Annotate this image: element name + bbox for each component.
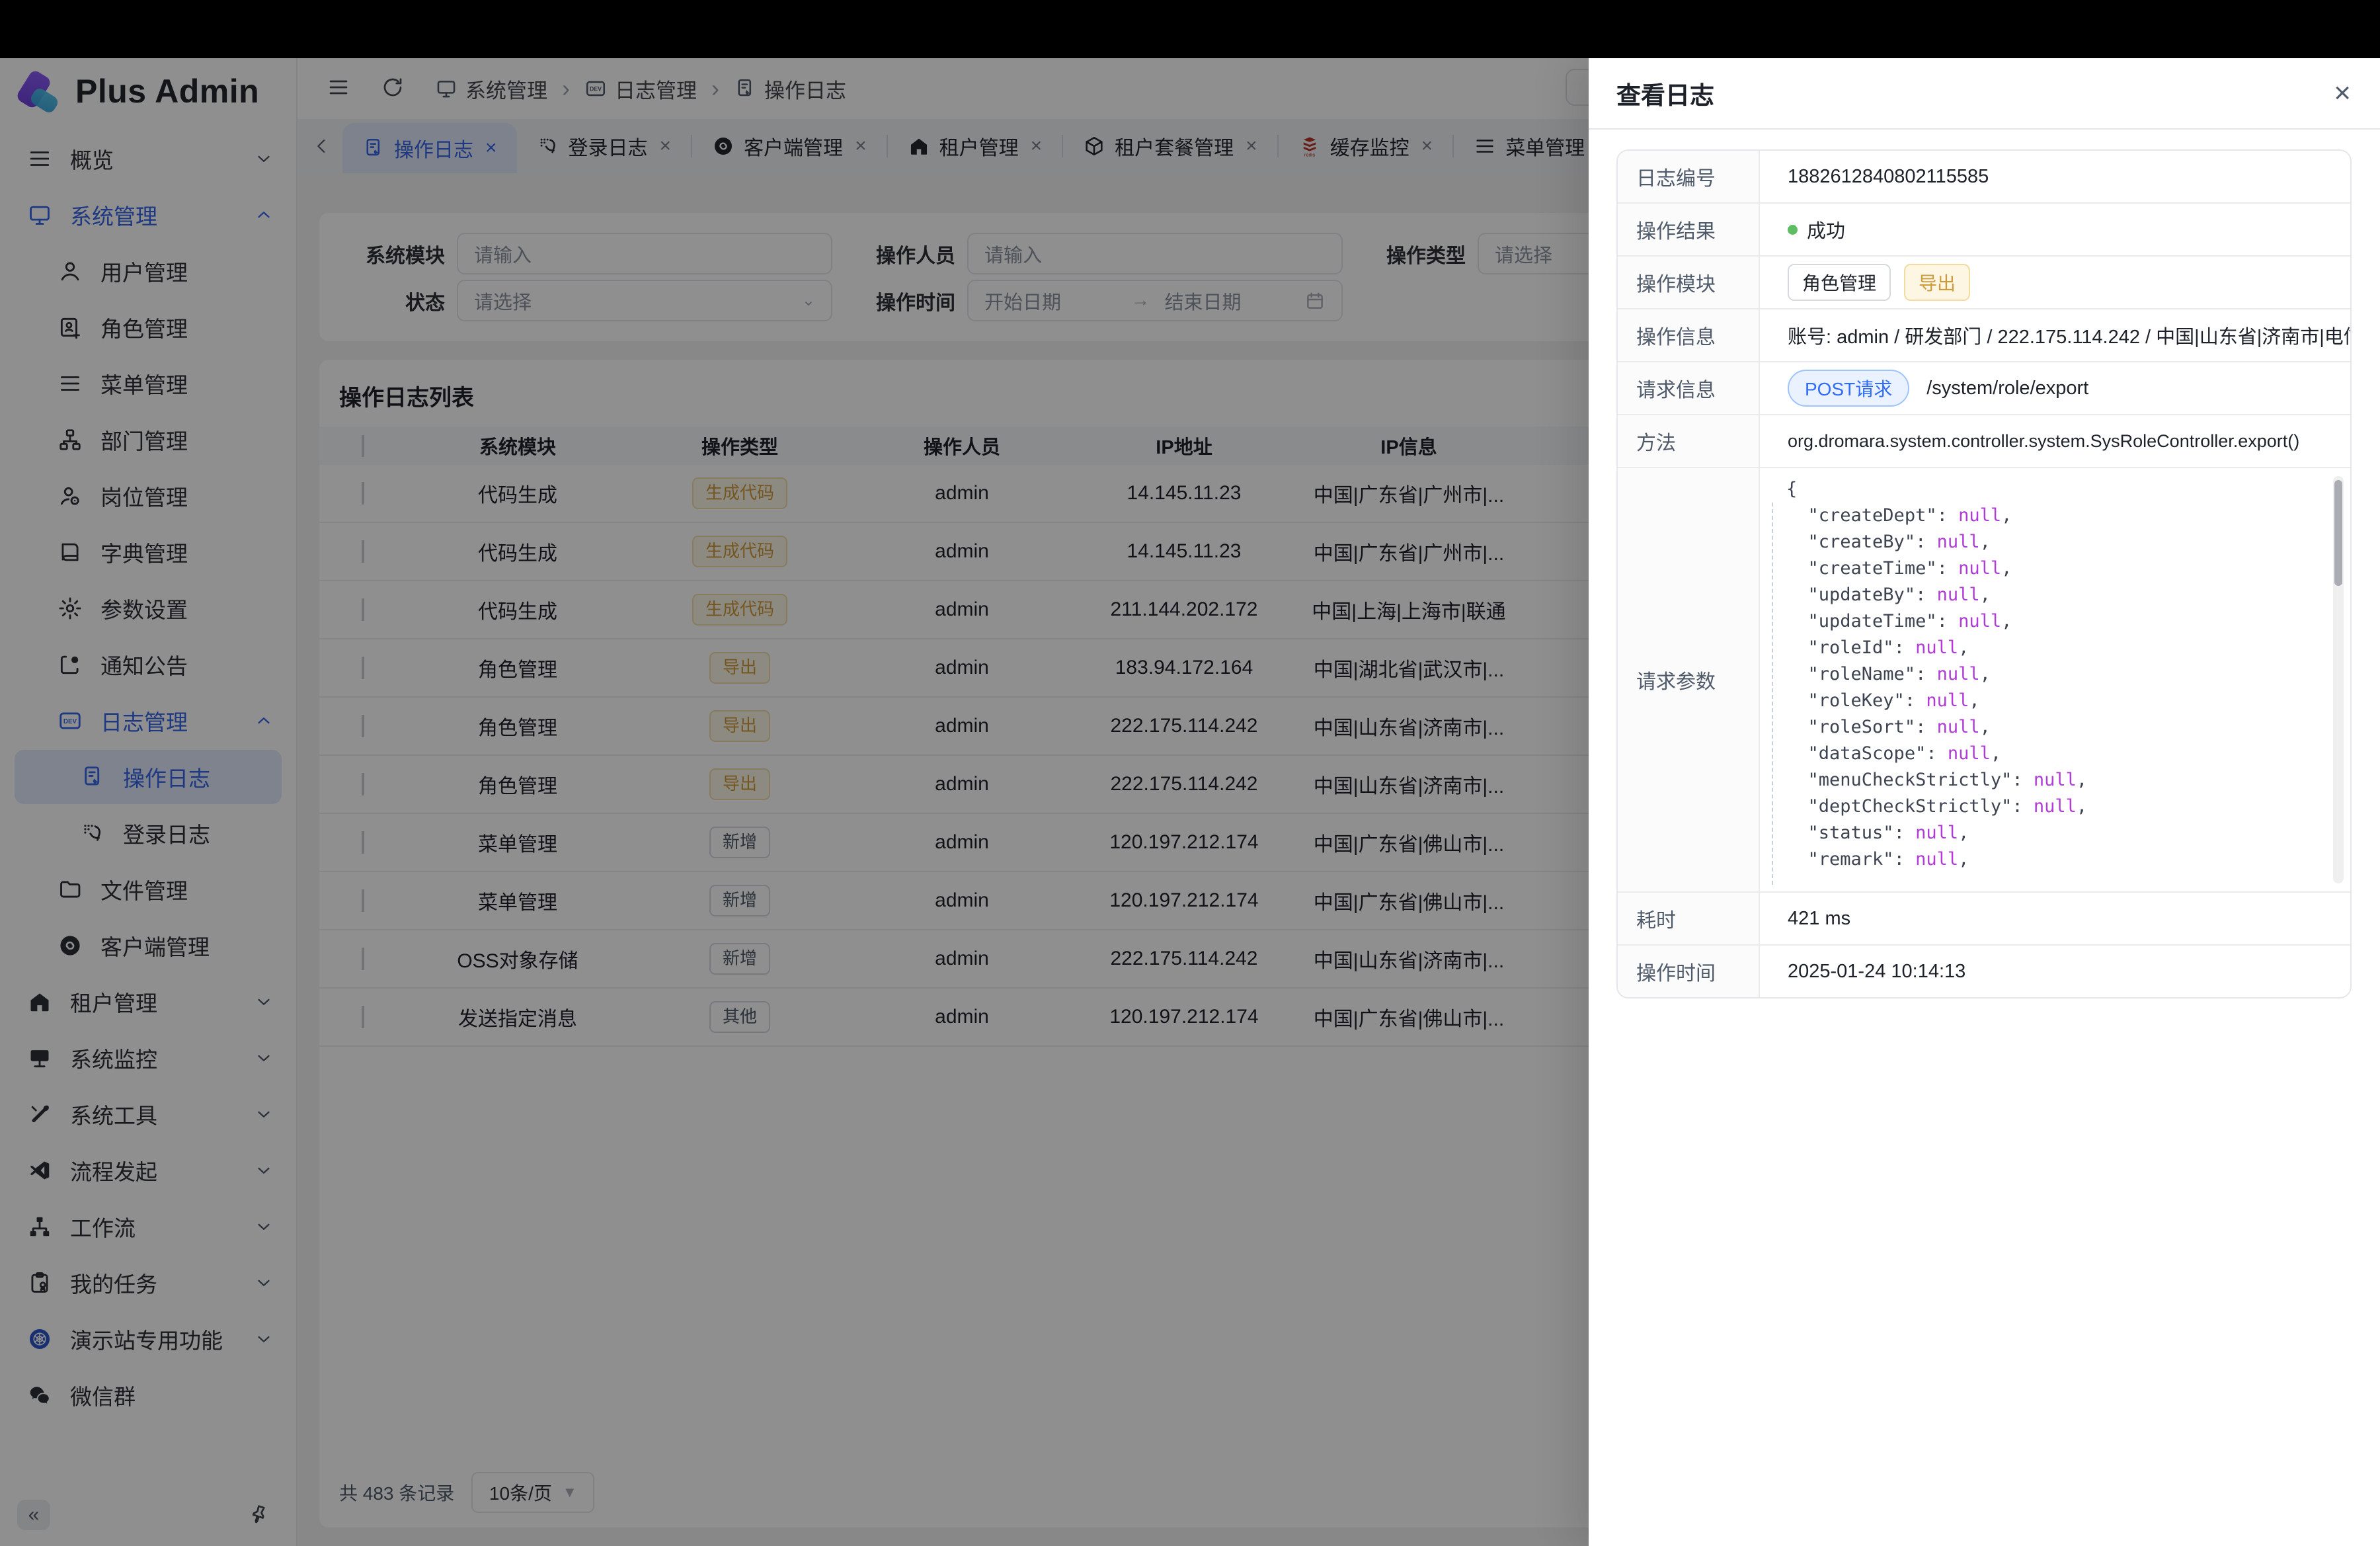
- detail-row-操作信息: 操作信息账号: admin / 研发部门 / 222.175.114.242 /…: [1618, 309, 2350, 362]
- detail-row-日志编号: 日志编号1882612840802115585: [1618, 151, 2350, 204]
- indent-guide: [1772, 503, 1773, 885]
- detail-value: 账号: admin / 研发部门 / 222.175.114.242 / 中国|…: [1760, 309, 2350, 361]
- detail-row-方法: 方法org.dromara.system.controller.system.S…: [1618, 415, 2350, 468]
- json-scrollbar-thumb[interactable]: [2334, 480, 2342, 586]
- detail-label: 方法: [1618, 415, 1760, 467]
- json-scrollbar[interactable]: [2333, 476, 2344, 883]
- detail-label: 操作信息: [1618, 309, 1760, 361]
- drawer-header: 查看日志 ×: [1589, 58, 2380, 130]
- detail-row-请求参数: 请求参数{ "createDept": null, "createBy": nu…: [1618, 468, 2350, 893]
- detail-label: 操作结果: [1618, 204, 1760, 255]
- modal-overlay[interactable]: [0, 58, 1589, 1546]
- detail-value-json: { "createDept": null, "createBy": null, …: [1760, 468, 2350, 891]
- detail-value: org.dromara.system.controller.system.Sys…: [1760, 415, 2350, 467]
- detail-value: 1882612840802115585: [1760, 151, 2350, 202]
- detail-value: 421 ms: [1760, 893, 2350, 944]
- drawer-title: 查看日志: [1616, 75, 1714, 111]
- detail-row-耗时: 耗时421 ms: [1618, 893, 2350, 946]
- request-url: /system/role/export: [1926, 378, 2088, 399]
- close-icon[interactable]: ×: [2334, 79, 2351, 108]
- log-detail-drawer: 查看日志 × 日志编号1882612840802115585操作结果 成功操作模块…: [1589, 58, 2380, 1546]
- detail-label: 操作模块: [1618, 257, 1760, 308]
- detail-value-status: 成功: [1760, 204, 2350, 255]
- post-method-tag: POST请求: [1788, 370, 1909, 407]
- detail-row-操作时间: 操作时间2025-01-24 10:14:13: [1618, 946, 2350, 997]
- log-detail-table: 日志编号1882612840802115585操作结果成功操作模块角色管理导出操…: [1616, 149, 2352, 998]
- detail-row-操作模块: 操作模块角色管理导出: [1618, 257, 2350, 309]
- detail-label: 请求信息: [1618, 362, 1760, 414]
- detail-label: 操作时间: [1618, 946, 1760, 997]
- app-root: Plus Admin 概览系统管理用户管理角色管理菜单管理部门管理岗位管理字典管…: [0, 0, 2380, 1546]
- detail-label: 请求参数: [1618, 468, 1760, 891]
- detail-value: 2025-01-24 10:14:13: [1760, 946, 2350, 997]
- detail-value-tags: 角色管理导出: [1760, 257, 2350, 308]
- module-tag: 导出: [1904, 264, 1970, 301]
- detail-value-request: POST请求/system/role/export: [1760, 362, 2350, 414]
- window-chrome-bar: [0, 0, 2380, 58]
- status-text: 成功: [1807, 216, 1845, 243]
- detail-label: 日志编号: [1618, 151, 1760, 202]
- module-tag: 角色管理: [1788, 264, 1891, 301]
- drawer-body: 日志编号1882612840802115585操作结果成功操作模块角色管理导出操…: [1589, 130, 2380, 1546]
- status-dot-success: [1788, 225, 1798, 235]
- detail-row-操作结果: 操作结果 成功: [1618, 204, 2350, 257]
- json-params[interactable]: { "createDept": null, "createBy": null, …: [1786, 476, 2087, 891]
- detail-label: 耗时: [1618, 893, 1760, 944]
- detail-row-请求信息: 请求信息POST请求/system/role/export: [1618, 362, 2350, 415]
